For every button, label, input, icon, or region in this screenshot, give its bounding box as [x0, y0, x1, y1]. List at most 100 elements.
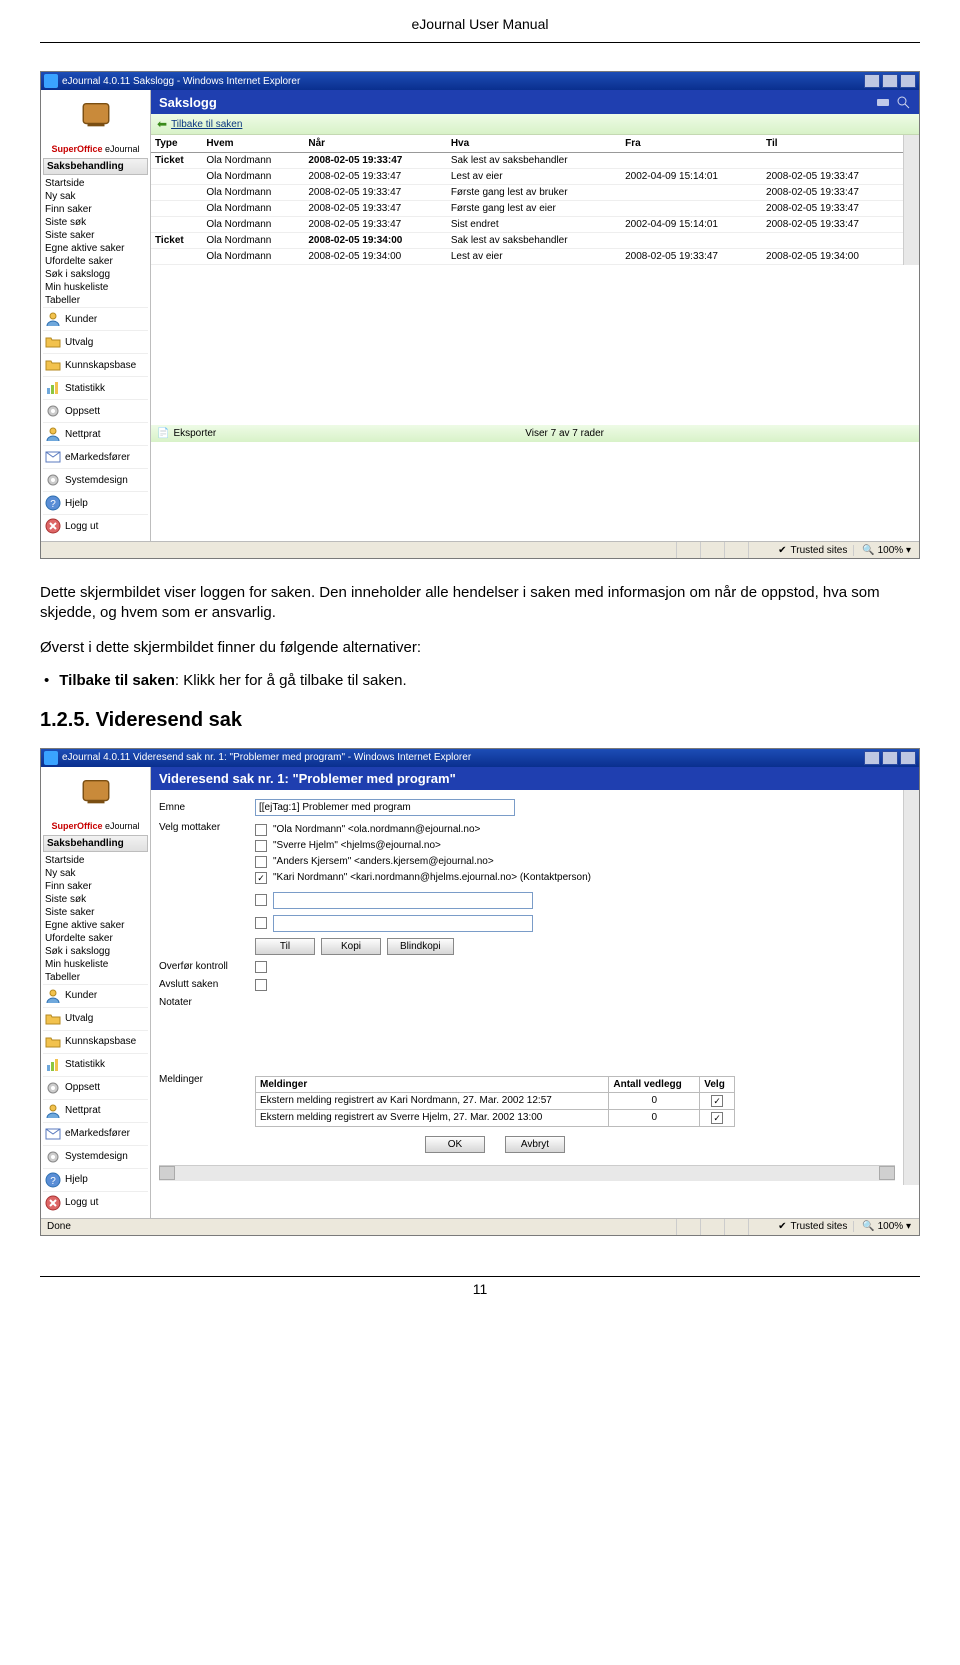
table-row[interactable]: Ola Nordmann2008-02-05 19:33:47Første ga… — [151, 185, 903, 201]
minimize-button[interactable] — [864, 74, 880, 88]
search-icon[interactable] — [895, 94, 911, 110]
recipient-checkbox[interactable] — [255, 824, 267, 836]
sidebar-item[interactable]: Oppsett — [43, 1076, 148, 1099]
sidebar-item[interactable]: Finn saker — [43, 203, 148, 216]
sidebar-section-saksbehandling[interactable]: Saksbehandling — [43, 835, 148, 852]
sidebar-item[interactable]: ?Hjelp — [43, 491, 148, 514]
recipient-checkbox[interactable] — [255, 840, 267, 852]
sidebar-item[interactable]: Egne aktive saker — [43, 242, 148, 255]
select-message-checkbox[interactable] — [711, 1095, 723, 1107]
sidebar-item[interactable]: Startside — [43, 177, 148, 190]
sidebar-item[interactable]: Søk i sakslogg — [43, 945, 148, 958]
subject-input[interactable] — [255, 799, 515, 816]
sidebar-item[interactable]: Statistikk — [43, 1053, 148, 1076]
sidebar-item[interactable]: Tabeller — [43, 294, 148, 307]
sidebar-item[interactable]: Min huskeliste — [43, 958, 148, 971]
sidebar-item[interactable]: Ufordelte saker — [43, 932, 148, 945]
sidebar-item[interactable]: Logg ut — [43, 1191, 148, 1214]
sidebar-item[interactable]: Kunder — [43, 307, 148, 330]
sidebar-item[interactable]: Oppsett — [43, 399, 148, 422]
table-row[interactable]: Ola Nordmann2008-02-05 19:34:00Lest av e… — [151, 249, 903, 265]
sidebar-item[interactable]: Ny sak — [43, 190, 148, 203]
table-cell: Ola Nordmann — [202, 233, 304, 249]
sidebar-item[interactable]: Siste søk — [43, 893, 148, 906]
column-header[interactable]: Når — [304, 135, 446, 153]
sidebar-item[interactable]: Utvalg — [43, 330, 148, 353]
sidebar-item[interactable]: Systemdesign — [43, 468, 148, 491]
ok-button[interactable]: OK — [425, 1136, 485, 1153]
export-link[interactable]: 📄 Eksporter — [157, 428, 216, 439]
maximize-button[interactable] — [882, 74, 898, 88]
sidebar-item[interactable]: Systemdesign — [43, 1145, 148, 1168]
sidebar-item[interactable]: Kunnskapsbase — [43, 353, 148, 376]
sidebar-item[interactable]: Kunnskapsbase — [43, 1030, 148, 1053]
sidebar-item[interactable]: Utvalg — [43, 1007, 148, 1030]
extra-recipient-input-2[interactable] — [273, 915, 533, 932]
extra-checkbox-1[interactable] — [255, 894, 267, 906]
sidebar-item[interactable]: Ufordelte saker — [43, 255, 148, 268]
select-cell — [700, 1092, 735, 1109]
sidebar-item[interactable]: Siste saker — [43, 229, 148, 242]
sidebar-item[interactable]: Nettprat — [43, 1099, 148, 1122]
sidebar-item[interactable]: Nettprat — [43, 422, 148, 445]
column-header[interactable]: Til — [762, 135, 903, 153]
sidebar-item-label: Nettprat — [65, 1105, 101, 1116]
to-button[interactable]: Til — [255, 938, 315, 955]
sidebar-item[interactable]: Ny sak — [43, 867, 148, 880]
sidebar-item[interactable]: Finn saker — [43, 880, 148, 893]
table-cell: Ola Nordmann — [202, 153, 304, 169]
cancel-button[interactable]: Avbryt — [505, 1136, 565, 1153]
sidebar-item[interactable]: Kunder — [43, 984, 148, 1007]
zoom-level[interactable]: 🔍 100% ▾ — [853, 1221, 919, 1232]
table-cell — [762, 153, 903, 169]
sidebar-item[interactable]: Statistikk — [43, 376, 148, 399]
table-cell: Ola Nordmann — [202, 249, 304, 265]
table-row[interactable]: Ola Nordmann2008-02-05 19:33:47Sist endr… — [151, 217, 903, 233]
bcc-button[interactable]: Blindkopi — [387, 938, 454, 955]
extra-recipient-input-1[interactable] — [273, 892, 533, 909]
table-row[interactable]: Ola Nordmann2008-02-05 19:33:47Lest av e… — [151, 169, 903, 185]
sidebar-item[interactable]: Tabeller — [43, 971, 148, 984]
extra-checkbox-2[interactable] — [255, 917, 267, 929]
close-button[interactable] — [900, 751, 916, 765]
column-header[interactable]: Type — [151, 135, 202, 153]
messages-label: Meldinger — [159, 1074, 249, 1085]
scrollbar-vertical[interactable] — [903, 790, 919, 1185]
close-case-checkbox[interactable] — [255, 979, 267, 991]
select-message-checkbox[interactable] — [711, 1112, 723, 1124]
scrollbar-vertical[interactable] — [903, 135, 919, 265]
table-row[interactable]: TicketOla Nordmann2008-02-05 19:33:47Sak… — [151, 153, 903, 169]
column-header[interactable]: Hva — [447, 135, 621, 153]
table-row[interactable]: TicketOla Nordmann2008-02-05 19:34:00Sak… — [151, 233, 903, 249]
sidebar-item[interactable]: Søk i sakslogg — [43, 268, 148, 281]
recipient-checkbox[interactable] — [255, 872, 267, 884]
sidebar-item[interactable]: Logg ut — [43, 514, 148, 537]
close-button[interactable] — [900, 74, 916, 88]
body-paragraph-1: Dette skjermbildet viser loggen for sake… — [40, 583, 920, 624]
sidebar-item[interactable]: Startside — [43, 854, 148, 867]
sidebar-item[interactable]: Siste saker — [43, 906, 148, 919]
column-header[interactable]: Hvem — [202, 135, 304, 153]
table-row[interactable]: Ola Nordmann2008-02-05 19:33:47Første ga… — [151, 201, 903, 217]
sidebar-item[interactable]: Min huskeliste — [43, 281, 148, 294]
copy-button[interactable]: Kopi — [321, 938, 381, 955]
scrollbar-horizontal[interactable] — [159, 1165, 895, 1181]
sidebar-item-label: Oppsett — [65, 1082, 100, 1093]
sidebar-item[interactable]: Egne aktive saker — [43, 919, 148, 932]
zoom-level[interactable]: 🔍 100% ▾ — [853, 545, 919, 556]
maximize-button[interactable] — [882, 751, 898, 765]
recipient-checkbox[interactable] — [255, 856, 267, 868]
sidebar-item[interactable]: ?Hjelp — [43, 1168, 148, 1191]
table-cell: Ticket — [151, 233, 202, 249]
column-header[interactable]: Fra — [621, 135, 762, 153]
sidebar-section-saksbehandling[interactable]: Saksbehandling — [43, 158, 148, 175]
app-window-1: eJournal 4.0.11 Sakslogg - Windows Inter… — [40, 71, 920, 559]
sidebar-item[interactable]: eMarkedsfører — [43, 445, 148, 468]
back-to-case-link[interactable]: Tilbake til saken — [171, 119, 242, 130]
minimize-button[interactable] — [864, 751, 880, 765]
transfer-control-checkbox[interactable] — [255, 961, 267, 973]
sidebar-item[interactable]: Siste søk — [43, 216, 148, 229]
print-icon[interactable] — [875, 94, 891, 110]
table-cell: Sak lest av saksbehandler — [447, 233, 621, 249]
sidebar-item[interactable]: eMarkedsfører — [43, 1122, 148, 1145]
